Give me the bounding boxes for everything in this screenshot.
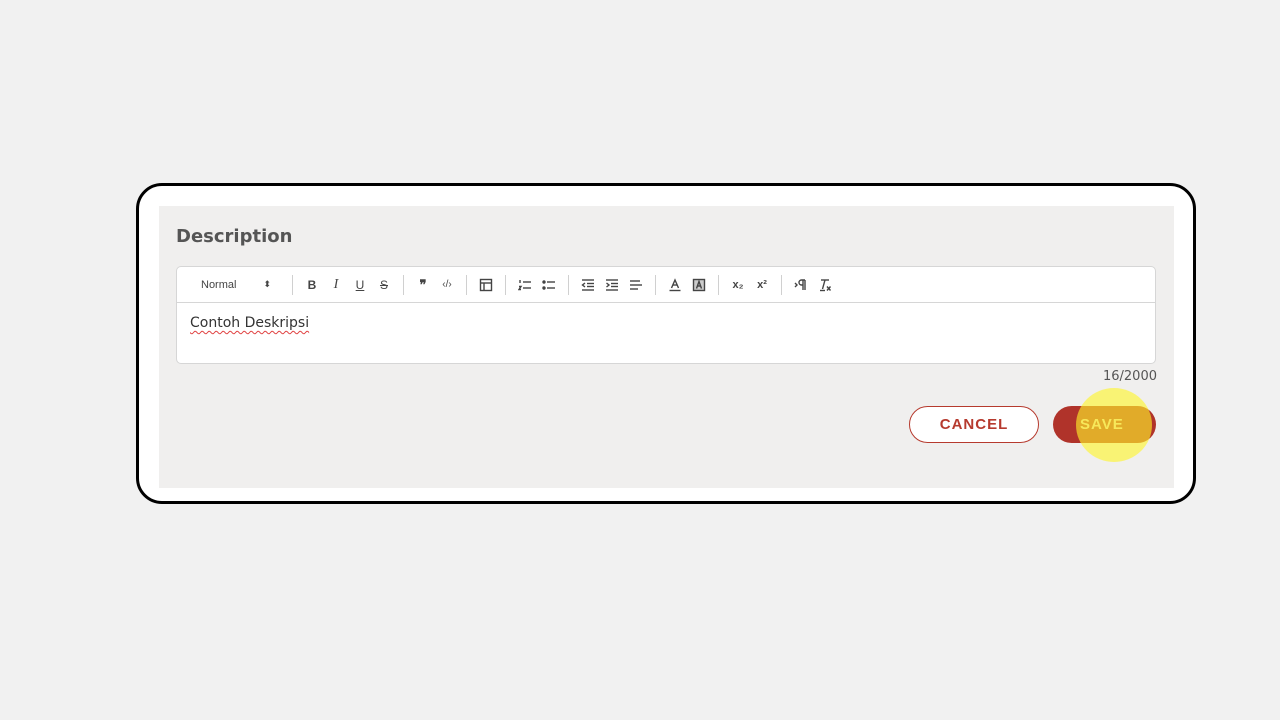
text-color-icon	[669, 277, 681, 291]
table-button[interactable]	[474, 273, 498, 297]
subscript-icon: x₂	[732, 278, 744, 291]
direction-button[interactable]	[789, 273, 813, 297]
strike-button[interactable]: S	[372, 273, 396, 297]
text-color-button[interactable]	[663, 273, 687, 297]
chevron-updown-icon: ⬍	[263, 279, 271, 289]
clear-format-button[interactable]	[813, 273, 837, 297]
toolbar-divider	[292, 274, 293, 295]
editor-toolbar: Normal ⬍ B I U S ❞ ‹/› x₂ x²	[177, 267, 1155, 303]
rich-text-editor: Normal ⬍ B I U S ❞ ‹/› x₂ x² Contoh Desk…	[176, 266, 1156, 364]
superscript-button[interactable]: x²	[750, 273, 774, 297]
code-icon: ‹/›	[442, 279, 452, 290]
toolbar-divider	[718, 274, 719, 295]
bold-button[interactable]: B	[300, 273, 324, 297]
toolbar-divider	[403, 274, 404, 295]
outdent-icon	[581, 278, 594, 291]
toolbar-divider	[505, 274, 506, 295]
toolbar-divider	[781, 274, 782, 295]
frame: Description Normal ⬍ B I U S ❞ ‹/› x₂ x²…	[136, 183, 1196, 504]
ordered-list-button[interactable]	[513, 273, 537, 297]
save-button[interactable]	[1053, 406, 1156, 443]
superscript-icon: x²	[757, 278, 767, 291]
toolbar-divider	[655, 274, 656, 295]
quote-icon: ❞	[419, 276, 427, 292]
underline-icon: U	[355, 277, 365, 292]
underline-button[interactable]: U	[348, 273, 372, 297]
ordered-list-icon	[518, 279, 531, 290]
italic-button[interactable]: I	[324, 273, 348, 297]
toolbar-divider	[466, 274, 467, 295]
italic-icon: I	[333, 276, 339, 292]
editor-content[interactable]: Contoh Deskripsi	[190, 315, 309, 331]
indent-icon	[606, 278, 618, 291]
background-color-button[interactable]	[687, 273, 711, 297]
bold-icon: B	[307, 277, 317, 292]
table-icon	[479, 278, 493, 291]
paragraph-direction-icon	[794, 278, 806, 290]
blockquote-button[interactable]: ❞	[411, 273, 435, 297]
format-select[interactable]: Normal ⬍	[201, 279, 277, 291]
align-button[interactable]	[624, 273, 648, 297]
background-color-icon	[692, 278, 706, 291]
outdent-button[interactable]	[576, 273, 600, 297]
cancel-button[interactable]: CANCEL	[909, 406, 1039, 443]
align-left-icon	[630, 279, 642, 290]
strike-icon: S	[379, 277, 388, 292]
bullet-list-button[interactable]	[537, 273, 561, 297]
clear-format-icon	[820, 278, 832, 291]
bullet-list-icon	[542, 279, 555, 290]
description-title: Description	[176, 226, 293, 247]
format-select-label: Normal	[201, 278, 237, 291]
character-counter: 16/2000	[1102, 369, 1157, 384]
code-block-button[interactable]: ‹/›	[435, 273, 459, 297]
indent-button[interactable]	[600, 273, 624, 297]
description-panel: Description Normal ⬍ B I U S ❞ ‹/› x₂ x²…	[159, 206, 1174, 488]
toolbar-divider	[568, 274, 569, 295]
subscript-button[interactable]: x₂	[726, 273, 750, 297]
